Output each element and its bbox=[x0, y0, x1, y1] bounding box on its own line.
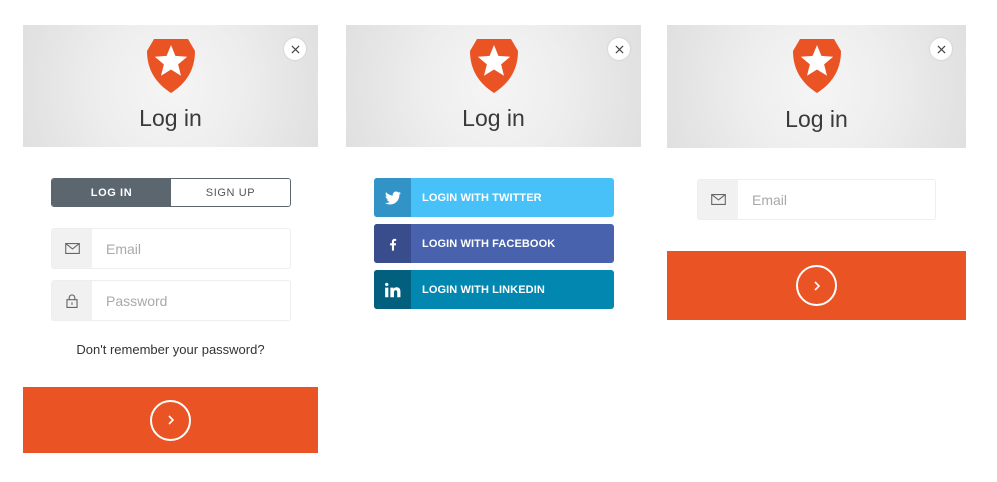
facebook-icon-f[interactable] bbox=[389, 238, 396, 251]
login-panel: Log in LOG IN SIGN UP Don't r bbox=[23, 25, 318, 453]
twitter-icon-bird[interactable] bbox=[384, 190, 401, 205]
passwordless-panel: Log in bbox=[667, 25, 966, 320]
mail-icon bbox=[710, 194, 726, 205]
close-button[interactable] bbox=[930, 38, 952, 60]
mail-icon bbox=[64, 243, 80, 254]
email-field bbox=[51, 228, 291, 269]
facebook-login-button[interactable]: LOGIN WITH FACEBOOK bbox=[374, 224, 614, 263]
auth-tabs: LOG IN SIGN UP bbox=[51, 178, 291, 207]
close-icon-cross[interactable] bbox=[290, 44, 300, 54]
chevron-right-icon-path[interactable] bbox=[167, 415, 174, 425]
tab-sign-up[interactable]: SIGN UP bbox=[171, 179, 290, 206]
close-icon-cross[interactable] bbox=[614, 44, 624, 54]
email-icon-box bbox=[52, 229, 92, 268]
password-icon-box bbox=[52, 281, 92, 320]
linkedin-icon-in[interactable] bbox=[384, 282, 400, 297]
linkedin-icon[interactable] bbox=[384, 282, 401, 298]
page-title: Log in bbox=[462, 105, 525, 131]
password-input[interactable] bbox=[92, 281, 290, 320]
lock-icon bbox=[66, 293, 78, 308]
facebook-login-label[interactable]: LOGIN WITH FACEBOOK bbox=[411, 238, 555, 250]
twitter-login-label[interactable]: LOGIN WITH TWITTER bbox=[411, 192, 542, 204]
close-button[interactable] bbox=[608, 38, 630, 60]
password-field bbox=[51, 280, 291, 321]
submit-circle[interactable] bbox=[150, 399, 191, 441]
page-title: Log in bbox=[139, 105, 202, 131]
mail-icon-flap bbox=[64, 243, 80, 250]
linkedin-login-button[interactable]: LOGIN WITH LINKEDIN bbox=[374, 270, 614, 309]
submit-circle[interactable] bbox=[796, 265, 837, 306]
auth0-logo-icon bbox=[792, 39, 841, 93]
lock-icon-shackle bbox=[68, 293, 76, 300]
chevron-right-icon[interactable] bbox=[811, 280, 823, 292]
forgot-password-link[interactable]: Don't remember your password? bbox=[23, 342, 318, 358]
facebook-icon-box[interactable] bbox=[374, 224, 411, 263]
auth0-logo-icon bbox=[469, 39, 518, 93]
linkedin-icon-box[interactable] bbox=[374, 270, 411, 309]
twitter-login-button[interactable]: LOGIN WITH TWITTER bbox=[374, 178, 614, 217]
email-input[interactable] bbox=[92, 229, 290, 268]
page-title: Log in bbox=[785, 106, 848, 132]
email-input[interactable] bbox=[738, 180, 935, 219]
email-field bbox=[697, 179, 936, 220]
login-header: Log in bbox=[23, 25, 318, 147]
facebook-icon[interactable] bbox=[385, 236, 401, 252]
mail-icon-flap bbox=[710, 194, 726, 201]
close-icon[interactable] bbox=[290, 44, 300, 54]
close-icon-cross[interactable] bbox=[936, 44, 946, 54]
twitter-icon-box[interactable] bbox=[374, 178, 411, 217]
tab-log-in[interactable]: LOG IN bbox=[52, 179, 171, 206]
chevron-right-icon[interactable] bbox=[165, 414, 177, 426]
close-icon[interactable] bbox=[614, 44, 624, 54]
twitter-icon[interactable] bbox=[384, 190, 401, 206]
close-icon[interactable] bbox=[936, 44, 946, 54]
passwordless-header: Log in bbox=[667, 25, 966, 148]
social-login-panel: Log in LOGIN WITH TWITTER LOGIN WITH FAC… bbox=[346, 25, 641, 310]
social-header: Log in bbox=[346, 25, 641, 147]
submit-button[interactable] bbox=[23, 387, 318, 453]
linkedin-login-label[interactable]: LOGIN WITH LINKEDIN bbox=[411, 284, 545, 296]
auth0-logo-icon bbox=[146, 39, 195, 93]
email-icon-box bbox=[698, 180, 738, 219]
submit-button[interactable] bbox=[667, 251, 966, 320]
close-button[interactable] bbox=[284, 38, 306, 60]
chevron-right-icon-path[interactable] bbox=[813, 280, 820, 291]
